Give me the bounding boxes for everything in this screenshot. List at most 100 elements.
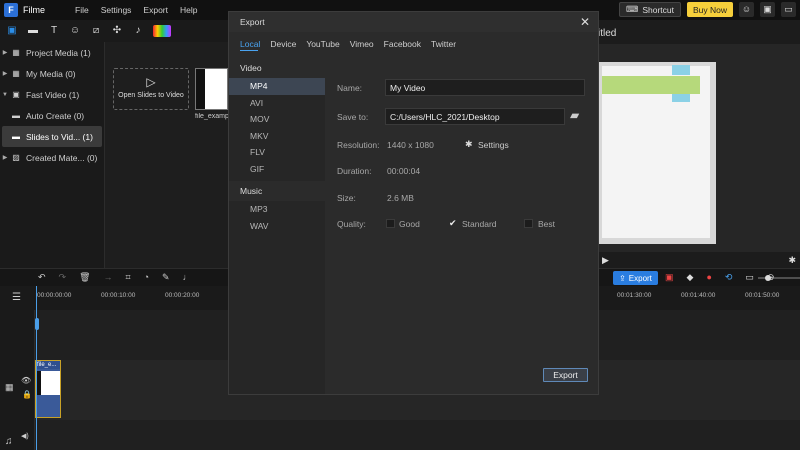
ruler-tick: 00:01:50:00 [745, 292, 780, 299]
sidebar-item-my-media[interactable]: ▶ ▦ My Media (0) [0, 63, 104, 84]
titlebar-right: ⌨ Shortcut Buy Now ☺ ▣ ▭ [619, 2, 796, 17]
export-tabs: Local Device YouTube Vimeo Facebook Twit… [240, 39, 456, 49]
sidebar-item-label: My Media (0) [26, 68, 76, 79]
color-icon[interactable] [153, 25, 171, 37]
zoom-slider[interactable] [758, 274, 800, 282]
sidebar-item-created-material[interactable]: ▶ ▨ Created Mate... (0) [0, 147, 104, 168]
folder-icon[interactable]: ▬ [27, 25, 39, 37]
fit-icon[interactable]: ▭ [745, 272, 754, 283]
quality-best-checkbox[interactable] [524, 219, 533, 228]
sidebar-item-slides-to-video[interactable]: ▬ Slides to Vid... (1) [2, 126, 102, 147]
preview-canvas [598, 44, 800, 252]
menu-export[interactable]: Export [143, 5, 168, 15]
shortcut-button[interactable]: ⌨ Shortcut [619, 2, 681, 17]
film-icon: ▣ [12, 90, 20, 99]
edit-icon[interactable]: ✎ [162, 272, 170, 283]
tab-vimeo[interactable]: Vimeo [350, 39, 374, 49]
music-formats-header: Music [229, 181, 325, 201]
format-avi[interactable]: AVI [229, 95, 325, 112]
save-path-field[interactable]: C:/Users/HLC_2021/Desktop [385, 108, 565, 125]
clip-thumbnail [36, 371, 60, 395]
quality-good-label: Good [399, 219, 420, 229]
account-icon[interactable]: ☺ [739, 2, 754, 17]
media-thumbnail[interactable] [195, 68, 228, 110]
tracks-menu-icon[interactable]: ☰ [12, 292, 21, 303]
open-slides-button[interactable]: ▷ Open Slides to Video [113, 68, 189, 110]
tab-facebook[interactable]: Facebook [384, 39, 421, 49]
main-menu: File Settings Export Help [75, 5, 197, 15]
sticker-icon[interactable]: ☺ [69, 25, 81, 37]
sidebar-item-project-media[interactable]: ▶ ▦ Project Media (1) [0, 42, 104, 63]
mic-icon[interactable]: ♩ [183, 272, 192, 283]
preview-title: itled [598, 28, 617, 39]
tab-local[interactable]: Local [240, 39, 260, 49]
format-mov[interactable]: MOV [229, 111, 325, 128]
timeline-clip[interactable]: file_e... [35, 360, 61, 418]
format-wav[interactable]: WAV [229, 218, 325, 235]
sidebar-item-auto-create[interactable]: ▬ Auto Create (0) [0, 105, 104, 126]
menu-settings[interactable]: Settings [101, 5, 132, 15]
format-gif[interactable]: GIF [229, 161, 325, 178]
text-icon[interactable]: T [48, 25, 60, 37]
preview-slide [598, 62, 716, 244]
quality-standard-label: Standard [462, 219, 497, 229]
buy-now-button[interactable]: Buy Now [686, 2, 733, 17]
media-thumbnail-label: file_examp [195, 113, 229, 120]
folder-open-icon[interactable]: ▰ [570, 108, 579, 122]
crop-icon[interactable]: ⌗ [126, 272, 131, 283]
ruler-tick: 00:00:10:00 [101, 292, 136, 299]
gear-icon[interactable]: ✱ [788, 255, 796, 266]
marker-icon[interactable]: ▣ [665, 272, 674, 283]
speed-icon[interactable]: ◔ [144, 272, 149, 283]
playhead-handle[interactable] [35, 318, 39, 330]
media-icon[interactable]: ▣ [6, 25, 18, 37]
window-icon[interactable]: ▭ [781, 2, 796, 17]
collapse-icon: ▼ [2, 91, 8, 98]
redo-icon[interactable]: ↷ [59, 272, 67, 283]
format-mkv[interactable]: MKV [229, 128, 325, 145]
menu-help[interactable]: Help [180, 5, 197, 15]
tab-device[interactable]: Device [270, 39, 296, 49]
record-icon[interactable]: ● [706, 272, 711, 283]
settings-gear-icon[interactable]: ✱ [465, 139, 473, 150]
split-icon[interactable]: → [104, 272, 113, 283]
transition-icon[interactable]: ⧄ [90, 25, 102, 37]
close-icon[interactable]: ✕ [580, 15, 590, 29]
duration-value: 00:00:04 [387, 166, 421, 176]
play-icon[interactable]: ▶ [602, 255, 609, 266]
export-dialog: Export ✕ Local Device YouTube Vimeo Face… [228, 11, 599, 395]
media-toolbar: ▣ ▬ T ☺ ⧄ ✣ ♪ [0, 20, 228, 42]
music-icon[interactable]: ♪ [132, 25, 144, 37]
quality-label: Quality: [337, 219, 366, 229]
sidebar-item-fast-video[interactable]: ▼ ▣ Fast Video (1) [0, 84, 104, 105]
shield-icon[interactable]: ◆ [687, 272, 694, 283]
format-mp3[interactable]: MP3 [229, 201, 325, 218]
quality-good-checkbox[interactable] [386, 219, 395, 228]
preview-panel: itled ▶ ✱ [598, 20, 800, 268]
undo-icon[interactable]: ↶ [38, 272, 46, 283]
tab-youtube[interactable]: YouTube [306, 39, 339, 49]
music-track-icon: ♫ [5, 436, 13, 447]
format-flv[interactable]: FLV [229, 144, 325, 161]
menu-file[interactable]: File [75, 5, 89, 15]
timeline-export-button[interactable]: ⇪ Export [613, 271, 658, 285]
settings-link[interactable]: Settings [478, 140, 509, 150]
export-button[interactable]: Export [543, 368, 588, 382]
tab-twitter[interactable]: Twitter [431, 39, 456, 49]
format-mp4[interactable]: MP4 [229, 78, 325, 95]
loop-icon[interactable]: ⟲ [725, 272, 733, 283]
lock-icon[interactable]: 🔒 [22, 390, 32, 399]
eye-icon[interactable]: 👁 [21, 376, 31, 385]
sidebar-item-label: Created Mate... (0) [26, 152, 98, 163]
effects-icon[interactable]: ✣ [111, 25, 123, 37]
volume-icon[interactable]: ◀) [21, 432, 29, 440]
folder-icon: ▬ [12, 111, 20, 120]
sidebar-item-label: Auto Create (0) [26, 110, 85, 121]
quality-standard-checkbox[interactable]: ✔ [449, 219, 458, 228]
name-label: Name: [337, 83, 363, 93]
export-icon: ⇪ [619, 273, 626, 283]
name-field[interactable]: My Video [385, 79, 585, 96]
size-value: 2.6 MB [387, 193, 414, 203]
gift-icon[interactable]: ▣ [760, 2, 775, 17]
delete-icon[interactable]: 🗑 [79, 272, 90, 283]
